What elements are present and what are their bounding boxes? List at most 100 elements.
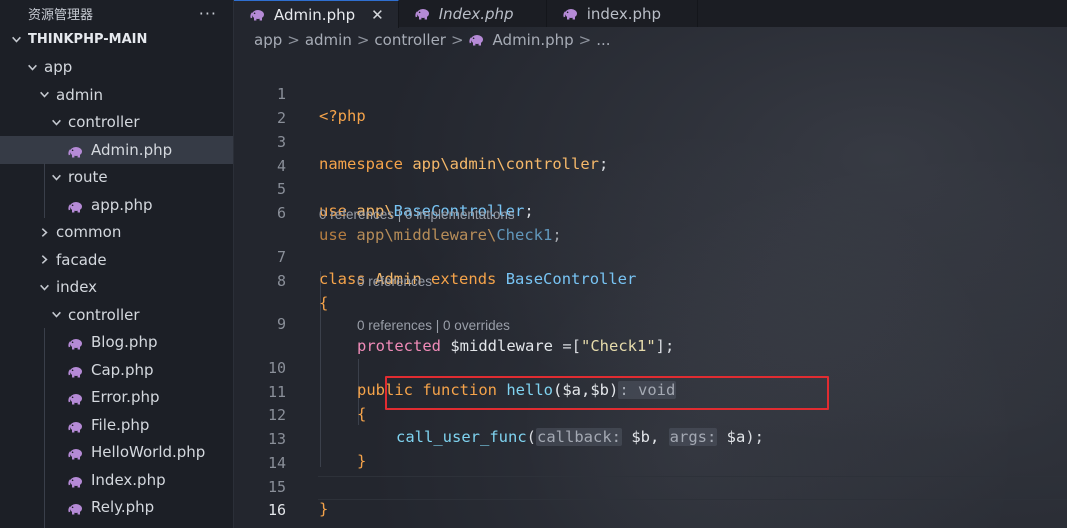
tree-folder-item[interactable]: admin [0, 81, 233, 109]
tree-item-label: Blog.php [91, 333, 158, 352]
line-number: 8 [276, 272, 286, 290]
chevron-down-icon [8, 34, 24, 45]
tree-file-item[interactable]: Cap.php [0, 356, 233, 384]
chevron-down-icon [24, 62, 40, 73]
codelens-method[interactable]: 0 references | 0 overrides [357, 317, 510, 335]
breadcrumb-separator: > [356, 31, 370, 49]
explorer-title: 资源管理器 [28, 7, 94, 23]
tree-item-label: controller [68, 113, 140, 132]
breadcrumb-separator: > [450, 31, 464, 49]
tree-file-item[interactable]: File.php [0, 411, 233, 439]
tab-label: Index.php [438, 4, 514, 23]
codelens-class[interactable]: 0 references | 0 implementations [319, 206, 515, 224]
file-tree: THINKPHP-MAIN app admin controller Admin.php… [0, 26, 233, 528]
tree-indent-guide [44, 328, 45, 528]
codelens-property[interactable]: 0 references [357, 273, 432, 291]
tree-item-label: Rely.php [91, 498, 155, 517]
code-line: 2 [234, 85, 1067, 127]
tree-file-item[interactable]: Error.php [0, 384, 233, 412]
tab-label: Admin.php [274, 5, 356, 24]
highlight-box [385, 376, 829, 410]
chevron-right-icon [36, 227, 52, 238]
editor-area: Admin.php ✕ Index.php index.php app > ad… [234, 0, 1067, 528]
tree-item-label: controller [68, 305, 140, 324]
code-line: 5 use app\BaseController; [234, 156, 1067, 220]
tree-folder-item[interactable]: controller [0, 109, 233, 137]
breadcrumb-app[interactable]: app [254, 31, 282, 49]
tree-file-item[interactable]: Index.php [0, 466, 233, 494]
tree-item-label: common [56, 223, 122, 242]
more-icon[interactable]: ··· [199, 4, 217, 23]
breadcrumb-admin[interactable]: admin [305, 31, 352, 49]
chevron-down-icon [48, 309, 64, 320]
tree-root-item[interactable]: THINKPHP-MAIN [0, 26, 233, 54]
tree-item-label: Admin.php [91, 140, 173, 159]
chevron-down-icon [48, 117, 64, 128]
code-line: 16 [234, 477, 1067, 519]
breadcrumb-controller[interactable]: controller [374, 31, 446, 49]
close-icon[interactable]: ✕ [371, 6, 384, 24]
tree-folder-item[interactable]: facade [0, 246, 233, 274]
explorer-sidebar: 资源管理器 ··· THINKPHP-MAIN app admin controlle… [0, 0, 234, 528]
breadcrumb-more[interactable]: ... [596, 31, 610, 49]
tree-file-item[interactable]: Rely.php [0, 494, 233, 522]
tree-file-item[interactable]: app.php [0, 191, 233, 219]
code-line: 6 use app\middleware\Check1; [234, 180, 1067, 244]
tree-folder-item[interactable]: controller [0, 301, 233, 329]
line-number: 16 [267, 501, 286, 519]
php-elephant-icon [68, 419, 84, 433]
line-number: 6 [276, 204, 286, 222]
line-number: 9 [276, 315, 286, 333]
php-elephant-icon [563, 8, 577, 19]
tab-label: index.php [586, 4, 662, 23]
code-line: 10 public function hello($a,$b): void [234, 335, 1067, 399]
tree-folder-item[interactable]: index [0, 274, 233, 302]
code-line: 15 } [234, 454, 1067, 518]
tree-item-label: Cap.php [91, 360, 154, 379]
tree-item-label: facade [56, 250, 107, 269]
code-line: 13 } [234, 406, 1067, 470]
php-elephant-icon [68, 364, 84, 378]
chevron-down-icon [36, 282, 52, 293]
tree-folder-item[interactable]: app [0, 54, 233, 82]
chevron-down-icon [48, 172, 64, 183]
tree-item-label: admin [56, 85, 103, 104]
explorer-header: 资源管理器 ··· [0, 0, 233, 26]
code-line: 7 class Admin extends BaseController [234, 224, 1067, 288]
php-elephant-icon [68, 199, 84, 213]
code-line: 3 namespace app\admin\controller; [234, 109, 1067, 173]
code-line: 14 [234, 430, 1067, 472]
tree-item-label: route [68, 168, 108, 187]
tab-index-php-2[interactable]: index.php [546, 0, 698, 27]
breadcrumb-separator: > [287, 31, 300, 49]
chevron-down-icon [36, 89, 52, 100]
breadcrumb-file[interactable]: Admin.php [493, 31, 574, 49]
tab-admin-php[interactable]: Admin.php ✕ [234, 0, 399, 28]
chevron-right-icon [36, 254, 52, 265]
php-elephant-icon [250, 9, 264, 20]
code-line: 1 <?php [234, 61, 1067, 125]
php-elephant-icon [415, 8, 429, 19]
breadcrumb: app > admin > controller > Admin.php > .… [234, 27, 1067, 53]
php-elephant-icon [68, 474, 84, 488]
tab-bar: Admin.php ✕ Index.php index.php [234, 0, 1067, 28]
tree-file-item[interactable]: Admin.php [0, 136, 233, 164]
tree-item-label: index [56, 278, 98, 297]
code-line: 8 { [234, 248, 1067, 312]
tree-folder-item[interactable]: route [0, 164, 233, 192]
tab-index-php[interactable]: Index.php [398, 0, 547, 27]
tree-item-label: THINKPHP-MAIN [28, 32, 148, 48]
php-elephant-icon [68, 446, 84, 460]
tree-file-item[interactable]: Blog.php [0, 329, 233, 357]
tree-item-label: app [44, 58, 73, 77]
php-elephant-icon [68, 391, 84, 405]
php-elephant-icon [468, 35, 483, 46]
tree-indent-guide [44, 163, 45, 218]
tree-item-label: Index.php [91, 470, 166, 489]
code-line: 9 protected $middleware =["Check1"]; [234, 291, 1067, 355]
tree-file-item[interactable]: HelloWorld.php [0, 439, 233, 467]
tree-item-label: HelloWorld.php [91, 443, 206, 462]
code-line: 4 [234, 133, 1067, 175]
tree-item-label: app.php [91, 195, 153, 214]
tree-folder-item[interactable]: common [0, 219, 233, 247]
